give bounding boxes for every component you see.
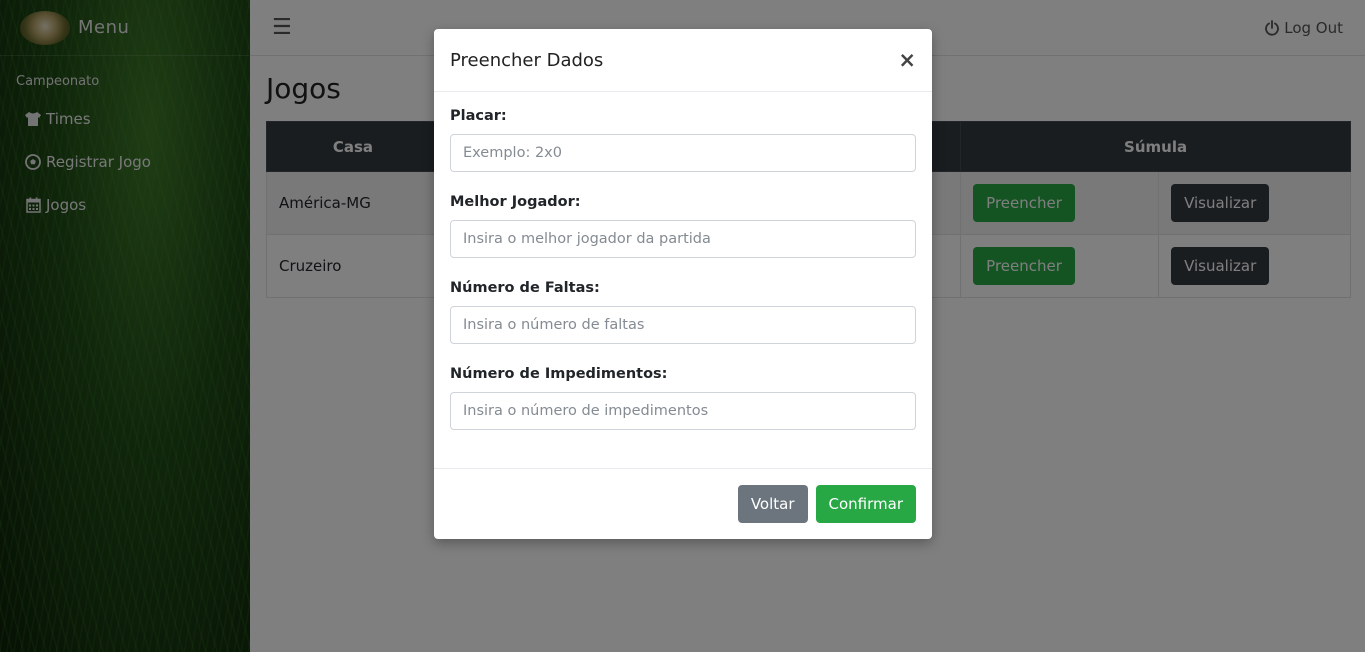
placar-input[interactable] <box>450 134 916 172</box>
melhor-jogador-label: Melhor Jogador: <box>450 194 581 210</box>
faltas-label: Número de Faltas: <box>450 280 600 296</box>
close-icon[interactable]: × <box>898 48 916 72</box>
modal-header: Preencher Dados × <box>434 29 932 92</box>
modal-body: Placar: Melhor Jogador: Número de Faltas… <box>434 92 932 468</box>
melhor-jogador-input[interactable] <box>450 220 916 258</box>
impedimentos-input[interactable] <box>450 392 916 430</box>
modal-footer: Voltar Confirmar <box>434 468 932 539</box>
impedimentos-label: Número de Impedimentos: <box>450 366 668 382</box>
form-group-placar: Placar: <box>450 108 916 172</box>
form-group-faltas: Número de Faltas: <box>450 280 916 344</box>
confirmar-button[interactable]: Confirmar <box>815 485 916 523</box>
faltas-input[interactable] <box>450 306 916 344</box>
voltar-button[interactable]: Voltar <box>737 485 808 523</box>
placar-label: Placar: <box>450 108 507 124</box>
modal-title: Preencher Dados <box>450 49 604 71</box>
form-group-impedimentos: Número de Impedimentos: <box>450 366 916 430</box>
fill-data-modal: Preencher Dados × Placar: Melhor Jogador… <box>434 29 932 539</box>
form-group-melhor-jogador: Melhor Jogador: <box>450 194 916 258</box>
